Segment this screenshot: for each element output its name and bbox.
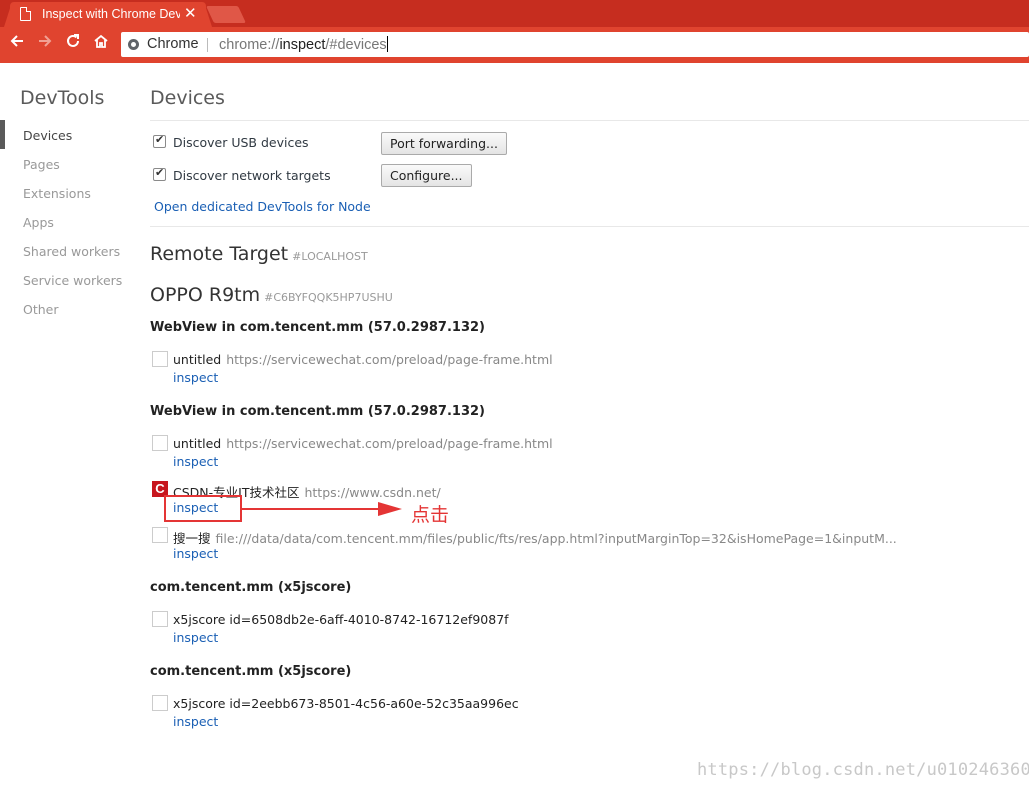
target-favicon [152,611,168,627]
target-title: untitled [173,352,222,367]
main-content: Devices Discover USB devices Port forwar… [150,63,1029,792]
target-url: https://servicewechat.com/preload/page-f… [226,352,553,367]
tab-title: Inspect with Chrome Developer Tools [42,7,180,21]
sidebar-item-other[interactable]: Other [23,302,59,317]
sidebar-item-apps[interactable]: Apps [23,215,54,230]
sidebar-item-pages[interactable]: Pages [23,157,60,172]
chrome-icon [128,39,139,50]
annotation-arrow-icon [242,502,402,516]
sidebar: DevTools Devices Pages Extensions Apps S… [0,63,125,792]
inspect-link[interactable]: inspect [173,714,218,729]
target-favicon [152,435,168,451]
device-heading: OPPO R9tm #C6BYFQQK5HP7USHU [150,284,393,306]
section-divider [150,226,1029,227]
target-row: x5jscore id=2eebb673-8501-4c56-a60e-52c3… [173,696,519,711]
target-url: https://servicewechat.com/preload/page-f… [226,436,553,451]
address-bar[interactable]: Chrome chrome://inspect/#devices [121,32,1029,57]
target-row: untitled https://servicewechat.com/preloa… [173,436,553,451]
target-favicon [152,527,168,543]
toolbar: Chrome chrome://inspect/#devices [0,27,1029,63]
port-forwarding-button[interactable]: Port forwarding... [381,132,507,155]
tab-inspect[interactable]: Inspect with Chrome Developer Tools ✕ [4,2,212,27]
omnibox-scheme-label: Chrome [147,36,199,52]
target-row: 搜一搜 file:///data/data/com.tencent.mm/file… [173,528,897,547]
discover-network-checkbox[interactable] [153,166,166,181]
target-row: x5jscore id=6508db2e-6aff-4010-8742-1671… [173,612,509,627]
discover-usb-label: Discover USB devices [173,135,309,150]
sidebar-item-service-workers[interactable]: Service workers [23,273,122,288]
annotation-label: 点击 [411,504,450,526]
inspect-link[interactable]: inspect [173,454,218,469]
target-title: x5jscore id=6508db2e-6aff-4010-8742-1671… [173,612,509,627]
url-prefix: chrome:// [219,37,280,53]
close-icon[interactable]: ✕ [184,4,197,22]
home-icon[interactable] [90,33,112,57]
discover-usb-checkbox[interactable] [153,133,166,148]
back-arrow-icon[interactable] [6,33,28,57]
target-title: x5jscore id=2eebb673-8501-4c56-a60e-52c3… [173,696,519,711]
device-serial: #C6BYFQQK5HP7USHU [264,291,393,304]
target-favicon [152,351,168,367]
open-node-devtools-link[interactable]: Open dedicated DevTools for Node [154,199,371,214]
target-title: untitled [173,436,222,451]
inspect-link[interactable]: inspect [173,546,218,561]
inspect-link[interactable]: inspect [173,630,218,645]
watermark: https://blog.csdn.net/u010246360 [697,760,1029,780]
new-tab-button[interactable] [206,6,246,23]
remote-target-hash: #LOCALHOST [292,250,368,263]
omnibox-separator [207,38,208,52]
text-caret [386,36,388,52]
reload-icon[interactable] [62,33,84,57]
selected-marker [0,120,5,149]
target-url: file:///data/data/com.tencent.mm/files/p… [215,531,897,546]
sidebar-item-extensions[interactable]: Extensions [23,186,91,201]
tab-strip: Inspect with Chrome Developer Tools ✕ [0,0,1029,27]
url-text[interactable]: chrome://inspect/#devices [219,36,388,53]
forward-arrow-icon[interactable] [34,33,56,57]
target-url: https://www.csdn.net/ [304,485,441,500]
browser-heading: com.tencent.mm (x5jscore) [150,664,352,679]
remote-target-title: Remote Target [150,243,289,265]
remote-target-heading: Remote Target #LOCALHOST [150,243,368,265]
inspect-link[interactable]: inspect [173,370,218,385]
url-host: inspect [279,37,326,53]
browser-heading: WebView in com.tencent.mm (57.0.2987.132… [150,404,485,419]
sidebar-item-devices[interactable]: Devices [23,128,72,143]
page-title: Devices [150,87,225,109]
target-favicon [152,695,168,711]
discover-network-label: Discover network targets [173,168,331,183]
browser-heading: com.tencent.mm (x5jscore) [150,580,352,595]
title-divider [150,120,1029,121]
browser-heading: WebView in com.tencent.mm (57.0.2987.132… [150,320,485,335]
annotation-highlight-box [164,495,242,522]
target-title: 搜一搜 [173,531,211,546]
device-name: OPPO R9tm [150,284,261,306]
configure-button[interactable]: Configure... [381,164,472,187]
page-icon [20,7,31,21]
sidebar-item-shared-workers[interactable]: Shared workers [23,244,120,259]
url-rest: /#devices [325,37,387,53]
sidebar-title: DevTools [20,87,105,109]
target-row: untitled https://servicewechat.com/preloa… [173,352,553,367]
